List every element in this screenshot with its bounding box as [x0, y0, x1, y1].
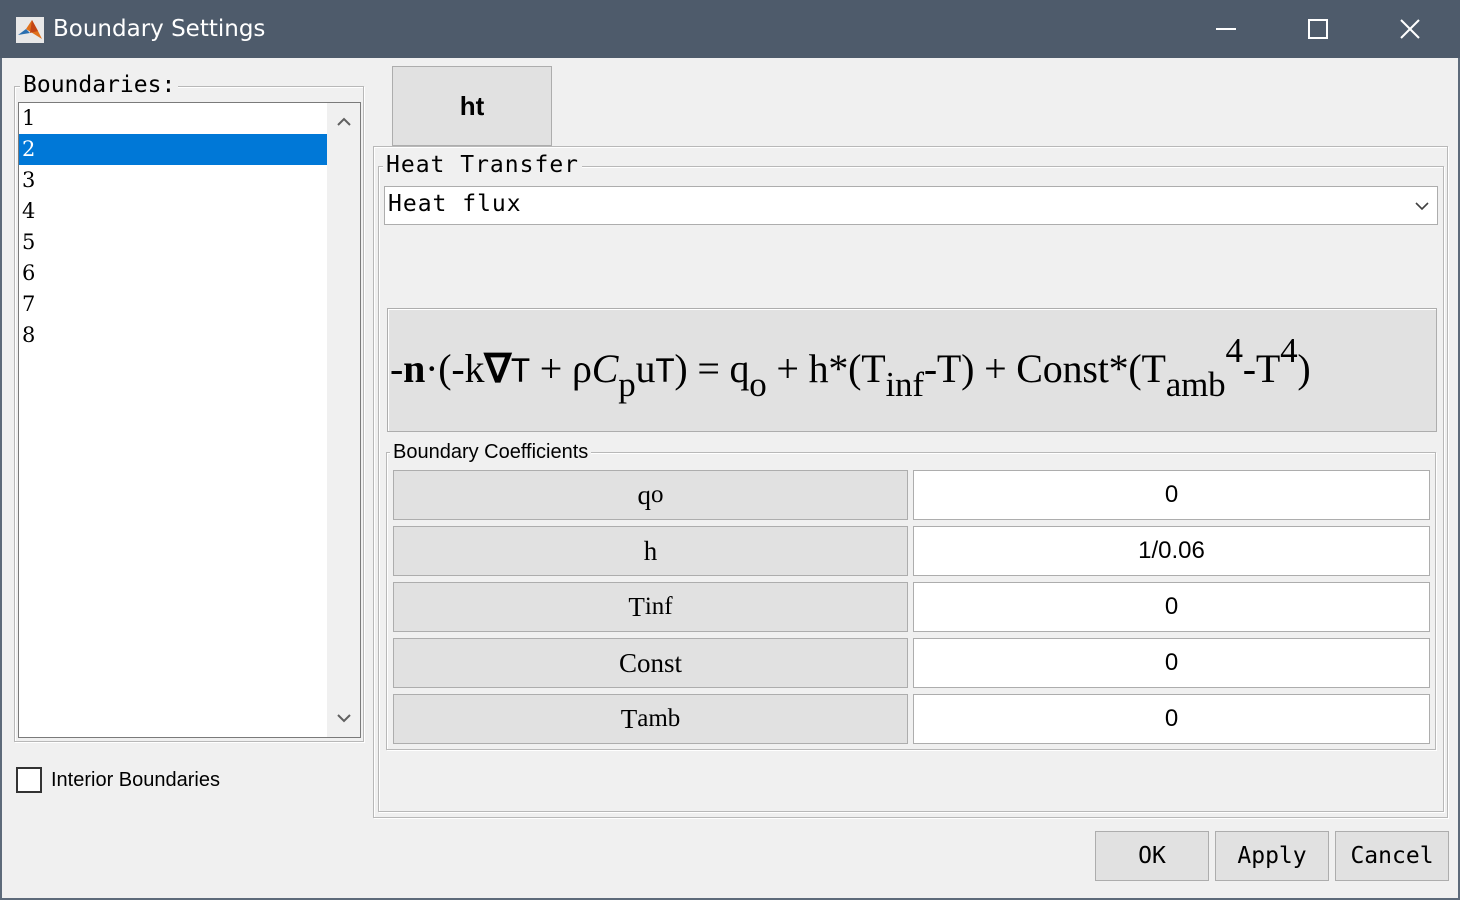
list-item[interactable]: 4 [19, 196, 327, 227]
coef-row-h: h 1/0.06 [393, 526, 1431, 578]
equation-display: -n·(-k∇T + ρCpuT) = qo + h*(Tinf-T) + Co… [387, 308, 1437, 432]
ok-button-label: OK [1138, 843, 1166, 869]
coefficients-title: Boundary Coefficients [390, 441, 592, 464]
eq-part: + h*(T [766, 346, 886, 391]
coef-value: 0 [1164, 481, 1179, 508]
boundaries-title: Boundaries: [20, 72, 179, 98]
chevron-down-icon [336, 714, 351, 723]
coef-row-tamb: Tamb 0 [393, 694, 1431, 746]
list-item[interactable]: 8 [19, 320, 327, 351]
eq-part: + ρ [529, 346, 592, 391]
list-item[interactable]: 1 [19, 103, 327, 134]
coef-label: Const [393, 638, 908, 688]
eq-part: - [390, 346, 404, 391]
list-item-selected[interactable]: 2 [19, 134, 327, 165]
tab-ht[interactable]: ht [392, 66, 552, 146]
tab-ht-label: ht [459, 90, 485, 121]
boundaries-listbox[interactable]: 1 2 3 4 5 6 7 8 [18, 102, 361, 738]
vertical-scrollbar[interactable] [327, 103, 360, 737]
maximize-button[interactable] [1272, 0, 1364, 58]
coef-value: 0 [1164, 649, 1179, 676]
coef-input-tinf[interactable]: 0 [913, 582, 1430, 632]
eq-part: -T [1242, 346, 1281, 391]
eq-sub: p [618, 365, 636, 404]
ok-button[interactable]: OK [1095, 831, 1209, 881]
close-icon [1400, 19, 1420, 39]
coef-input-h[interactable]: 1/0.06 [913, 526, 1430, 576]
cancel-button-label: Cancel [1350, 843, 1434, 869]
eq-part: ) [1297, 346, 1311, 391]
eq-part: ·(-k [425, 346, 485, 391]
coef-input-const[interactable]: 0 [913, 638, 1430, 688]
eq-sub: amb [1165, 365, 1226, 404]
apply-button-label: Apply [1237, 843, 1307, 869]
eq-sub: o [749, 365, 767, 404]
coef-label: Tamb [393, 694, 908, 744]
matlab-icon [16, 17, 44, 43]
scroll-up-button[interactable] [327, 107, 360, 137]
list-item[interactable]: 5 [19, 227, 327, 258]
title-bar[interactable]: Boundary Settings [0, 0, 1460, 58]
coef-label: h [393, 526, 908, 576]
chevron-down-icon [1415, 201, 1429, 210]
eq-heat-capacity: C [591, 346, 619, 391]
coef-value: 0 [1164, 705, 1179, 732]
eq-sup: 4 [1280, 331, 1298, 370]
interior-boundaries-checkbox[interactable] [16, 767, 42, 793]
heat-transfer-title: Heat Transfer [383, 152, 583, 178]
chevron-up-icon [336, 117, 351, 126]
coef-value: 1/0.06 [1138, 537, 1205, 564]
dropdown-arrow[interactable] [1407, 187, 1437, 224]
eq-velocity: u [635, 346, 656, 391]
coef-label-text: Const [618, 647, 683, 678]
coef-value: 0 [1164, 593, 1179, 620]
coef-row-qo: qo 0 [393, 470, 1431, 522]
eq-sup: 4 [1225, 331, 1243, 370]
list-item[interactable]: 7 [19, 289, 327, 320]
eq-temperature: T [655, 352, 675, 390]
coef-label-text: q [637, 479, 652, 510]
scroll-down-button[interactable] [327, 703, 360, 733]
interior-boundaries-label: Interior Boundaries [51, 769, 220, 791]
eq-sub: inf [885, 365, 924, 404]
list-item[interactable]: 3 [19, 165, 327, 196]
eq-nabla: ∇ [484, 346, 511, 391]
eq-part: -T) + Const*(T [923, 346, 1166, 391]
close-button[interactable] [1364, 0, 1456, 58]
apply-button[interactable]: Apply [1215, 831, 1329, 881]
boundary-condition-dropdown[interactable]: Heat flux [384, 186, 1438, 225]
eq-normal-vector: n [403, 346, 426, 391]
coef-row-const: Const 0 [393, 638, 1431, 690]
eq-temperature: T [510, 352, 530, 390]
equation-text: -n·(-k∇T + ρCpuT) = qo + h*(Tinf-T) + Co… [390, 333, 1311, 402]
coef-label-text: T [628, 591, 645, 622]
coef-label-text: T [620, 703, 638, 734]
dropdown-value: Heat flux [388, 191, 522, 217]
eq-part: ) = q [674, 346, 750, 391]
coef-label: qo [393, 470, 908, 520]
list-item[interactable]: 6 [19, 258, 327, 289]
window-title: Boundary Settings [53, 16, 266, 42]
coef-label: Tinf [393, 582, 908, 632]
coef-label-text: h [643, 535, 658, 566]
minimize-icon [1216, 28, 1236, 30]
coef-row-tinf: Tinf 0 [393, 582, 1431, 634]
coef-input-qo[interactable]: 0 [913, 470, 1430, 520]
minimize-button[interactable] [1180, 0, 1272, 58]
cancel-button[interactable]: Cancel [1335, 831, 1449, 881]
coef-input-tamb[interactable]: 0 [913, 694, 1430, 744]
maximize-icon [1308, 19, 1328, 39]
